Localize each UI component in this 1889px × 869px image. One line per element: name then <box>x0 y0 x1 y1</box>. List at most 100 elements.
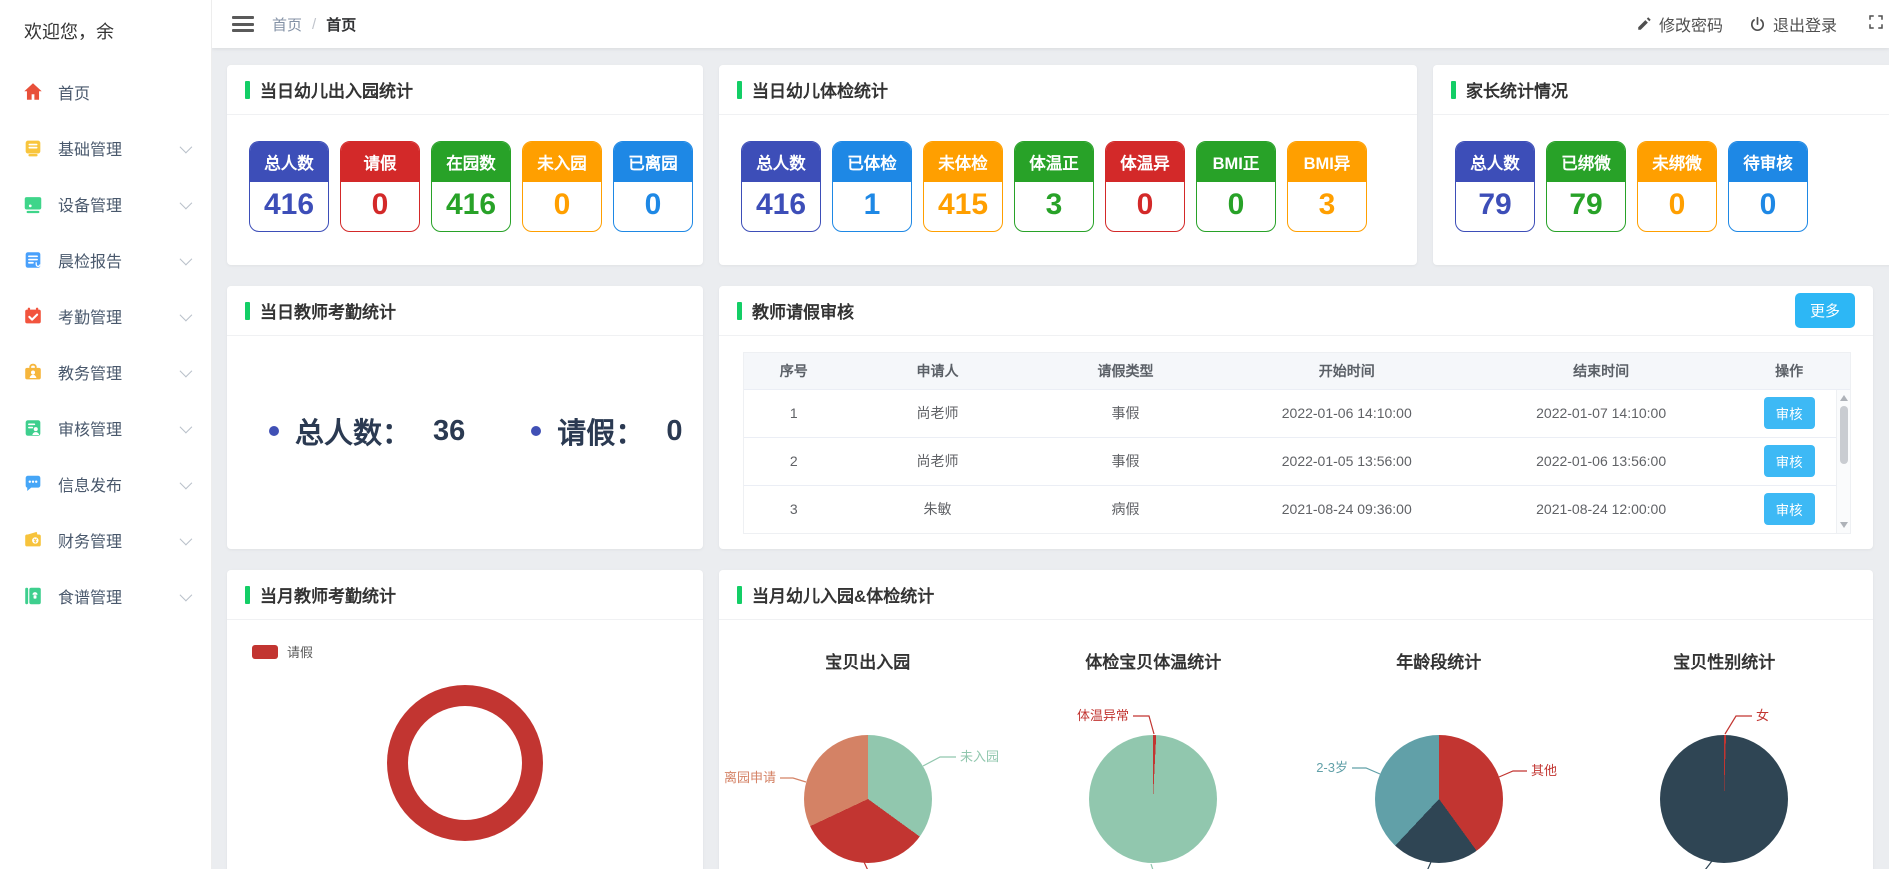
stat-badges: 总人数416请假0在园数416未入园0已离园0 <box>227 115 703 232</box>
scroll-down-arrow[interactable] <box>1840 522 1848 528</box>
title-accent-bar <box>1451 81 1456 99</box>
card-parents-stats: 家长统计情况 总人数79已绑微79未绑微0待审核0 <box>1433 65 1889 265</box>
logout-button[interactable]: 退出登录 <box>1749 12 1837 36</box>
stat-badge-value: 3 <box>1288 182 1366 231</box>
stat-badge: BMI异3 <box>1287 141 1367 232</box>
stat-badge-value: 416 <box>742 182 820 231</box>
donut-hole <box>408 706 522 820</box>
welcome-text: 欢迎您，余 <box>0 0 211 54</box>
stat-badge-label: 已体检 <box>833 142 911 182</box>
stat-badge: 已离园0 <box>613 141 693 232</box>
sidebar: 欢迎您，余 首页基础管理设备管理晨检报告考勤管理教务管理审核管理信息发布财务管理… <box>0 0 212 869</box>
stat-badge: 待审核0 <box>1728 141 1808 232</box>
chevron-down-icon <box>180 140 193 153</box>
sidebar-item-info-publish[interactable]: 信息发布 <box>0 456 211 512</box>
stat-badge-value: 0 <box>341 182 419 231</box>
device-mgmt-icon <box>22 192 46 216</box>
donut-chart <box>387 685 543 841</box>
table-cell: 尚老师 <box>844 389 1032 437</box>
sidebar-item-academic-mgmt[interactable]: 教务管理 <box>0 344 211 400</box>
title-accent-bar <box>245 302 250 320</box>
table-cell: 审核 <box>1728 389 1850 437</box>
stats-row: 当日幼儿出入园统计 总人数416请假0在园数416未入园0已离园0 当日幼儿体检… <box>227 65 1889 265</box>
review-button[interactable]: 审核 <box>1764 493 1815 525</box>
breadcrumb-home-link[interactable]: 首页 <box>272 14 302 35</box>
sidebar-item-label: 食谱管理 <box>58 584 122 608</box>
recipe-mgmt-icon <box>22 584 46 608</box>
card-title: 当月教师考勤统计 <box>260 582 396 607</box>
svg-text:女: 女 <box>1756 708 1769 723</box>
table-cell: 2021-08-24 12:00:00 <box>1474 485 1728 533</box>
sidebar-item-basic-mgmt[interactable]: 基础管理 <box>0 120 211 176</box>
stat-badge-label: 未绑微 <box>1638 142 1716 182</box>
breadcrumb: 首页 / 首页 <box>272 14 356 35</box>
stat-badge-label: 体温异 <box>1106 142 1184 182</box>
breadcrumb-current: 首页 <box>326 14 356 35</box>
sidebar-item-label: 设备管理 <box>58 192 122 216</box>
card-kids-checkup-today: 当日幼儿体检统计 总人数416已体检1未体检415体温正3体温异0BMI正0BM… <box>719 65 1417 265</box>
pie-gender: 宝贝性别统计 女男 <box>1582 630 1868 869</box>
charts-row: 当月教师考勤统计 请假 当月幼儿入园&体检统计 宝贝出入园 未入园请假离园申请 <box>227 570 1889 869</box>
sidebar-item-review-mgmt[interactable]: 审核管理 <box>0 400 211 456</box>
stat-badge: 总人数416 <box>249 141 329 232</box>
finance-mgmt-icon <box>22 528 46 552</box>
stat-badge-value: 0 <box>523 182 601 231</box>
stat-badge-value: 416 <box>432 182 510 231</box>
pie-title: 宝贝出入园 <box>725 630 1011 673</box>
sidebar-item-label: 教务管理 <box>58 360 122 384</box>
main-content: 当日幼儿出入园统计 总人数416请假0在园数416未入园0已离园0 当日幼儿体检… <box>212 48 1889 869</box>
review-button[interactable]: 审核 <box>1764 445 1815 477</box>
stat-badge-value: 3 <box>1015 182 1093 231</box>
stat-badges: 总人数416已体检1未体检415体温正3体温异0BMI正0BMI异3 <box>719 115 1417 232</box>
stat-badge-label: 待审核 <box>1729 142 1807 182</box>
topbar: 首页 / 首页 修改密码 退出登录 <box>212 0 1889 48</box>
chevron-down-icon <box>180 196 193 209</box>
card-title: 当日教师考勤统计 <box>260 298 396 323</box>
pie-charts: 宝贝出入园 未入园请假离园申请 体检宝贝体温统计 体温异常体温正常 年龄段统计 … <box>719 620 1873 869</box>
pie-labels-overlay: 体温异常体温正常 <box>1008 679 1298 869</box>
home-icon <box>22 80 46 104</box>
title-accent-bar <box>737 81 742 99</box>
stat-badge: 未体检415 <box>923 141 1003 232</box>
card-title: 当日幼儿体检统计 <box>752 77 888 102</box>
card-teacher-attendance-month: 当月教师考勤统计 请假 <box>227 570 703 869</box>
info-publish-icon <box>22 472 46 496</box>
table-cell: 审核 <box>1728 485 1850 533</box>
sidebar-item-finance-mgmt[interactable]: 财务管理 <box>0 512 211 568</box>
svg-text:体温异常: 体温异常 <box>1077 708 1129 723</box>
stat-badge-value: 0 <box>1729 182 1807 231</box>
legend-swatch <box>252 645 278 659</box>
stat-badge: 体温异0 <box>1105 141 1185 232</box>
sidebar-item-label: 晨检报告 <box>58 248 122 272</box>
sidebar-item-home[interactable]: 首页 <box>0 64 211 120</box>
more-button[interactable]: 更多 <box>1795 293 1855 328</box>
table-cell: 事假 <box>1032 389 1220 437</box>
fullscreen-icon[interactable] <box>1867 13 1885 36</box>
table-scrollbar[interactable] <box>1836 390 1850 533</box>
sidebar-item-label: 财务管理 <box>58 528 122 552</box>
sidebar-item-attendance[interactable]: 考勤管理 <box>0 288 211 344</box>
pie-title: 体检宝贝体温统计 <box>1011 630 1297 673</box>
review-button[interactable]: 审核 <box>1764 397 1815 429</box>
sidebar-item-device-mgmt[interactable]: 设备管理 <box>0 176 211 232</box>
stat-badge: BMI正0 <box>1196 141 1276 232</box>
table-cell: 2022-01-05 13:56:00 <box>1220 437 1474 485</box>
card-teacher-attendance-today: 当日教师考勤统计 总人数： 36 请假： 0 <box>227 286 703 549</box>
table-cell: 2 <box>744 437 844 485</box>
hamburger-menu-icon[interactable] <box>232 13 254 36</box>
svg-text:2-3岁: 2-3岁 <box>1316 760 1348 775</box>
sidebar-item-recipe-mgmt[interactable]: 食谱管理 <box>0 568 211 624</box>
change-password-button[interactable]: 修改密码 <box>1636 12 1723 36</box>
scroll-up-arrow[interactable] <box>1840 395 1848 401</box>
breadcrumb-separator: / <box>312 16 316 33</box>
scrollbar-thumb[interactable] <box>1840 406 1848 464</box>
middle-row: 当日教师考勤统计 总人数： 36 请假： 0 教师请假审核 更多 <box>227 286 1889 549</box>
table-cell: 2022-01-06 14:10:00 <box>1220 389 1474 437</box>
attendance-icon <box>22 304 46 328</box>
table-header-cell: 序号 <box>744 353 844 389</box>
stat-badge: 请假0 <box>340 141 420 232</box>
leave-review-table: 序号申请人请假类型开始时间结束时间操作 1尚老师事假2022-01-06 14:… <box>743 352 1851 534</box>
table-header-cell: 结束时间 <box>1474 353 1728 389</box>
sidebar-item-morning-check[interactable]: 晨检报告 <box>0 232 211 288</box>
stat-badge: 未绑微0 <box>1637 141 1717 232</box>
